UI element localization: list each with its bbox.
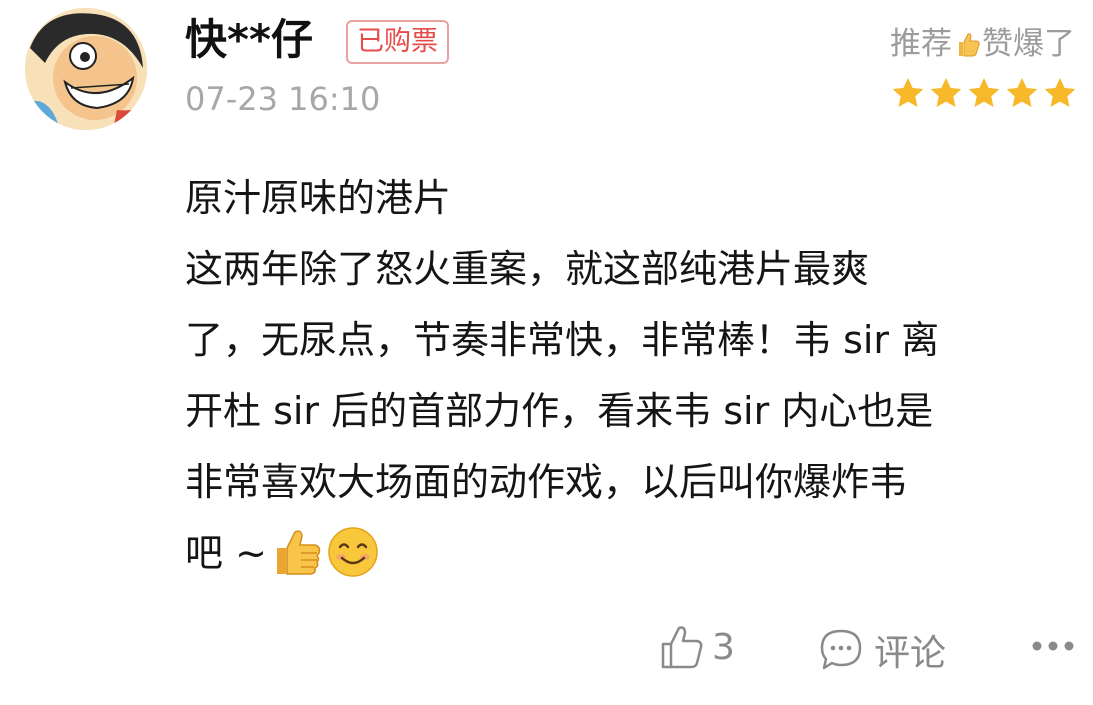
star-rating [891, 76, 1077, 110]
like-count: 3 [712, 626, 735, 668]
comment-button[interactable]: 评论 [818, 624, 946, 676]
like-button[interactable]: 3 [660, 624, 735, 670]
review-line: 吧 ~ [185, 531, 267, 575]
review-content[interactable]: 原汁原味的港片 这两年除了怒火重案，就这部纯港片最爽 了，无尿点，节奏非常快，非… [185, 163, 1075, 589]
username[interactable]: 快**仔 [185, 14, 313, 66]
review-line: 了，无尿点，节奏非常快，非常棒！韦 sir 离 [185, 318, 940, 362]
review-action-bar: 3 评论 [0, 622, 1093, 682]
review-line: 非常喜欢大场面的动作戏，以后叫你爆炸韦 [185, 460, 908, 504]
rating-label-prefix: 推荐 [890, 26, 952, 62]
review-timestamp: 07-23 16:10 [185, 80, 381, 118]
cartoon-avatar-icon [25, 8, 147, 130]
comment-bubble-icon [820, 629, 862, 670]
star-icon [968, 78, 1000, 107]
smiling-face-emoji-icon [328, 527, 378, 577]
review-line: 原汁原味的港片 [185, 176, 452, 220]
review-line: 这两年除了怒火重案，就这部纯港片最爽 [185, 247, 870, 291]
thumbs-up-mini-icon [959, 33, 980, 57]
star-icon [930, 78, 962, 107]
more-dots-icon[interactable] [1030, 636, 1076, 656]
purchased-ticket-badge: 已购票 [346, 20, 449, 64]
star-icon [892, 78, 924, 107]
review-line: 开杜 sir 后的首部力作，看来韦 sir 内心也是 [185, 389, 934, 433]
thumbs-up-icon [661, 626, 703, 669]
thumbs-up-emoji-icon [276, 530, 321, 575]
star-icon [1006, 78, 1038, 107]
review-last-line: 吧 ~ [185, 518, 1075, 589]
rating-label-suffix: 赞爆了 [982, 26, 1075, 62]
star-icon [1044, 78, 1076, 107]
avatar[interactable] [25, 8, 147, 130]
comment-label: 评论 [874, 633, 947, 674]
rating-label: 推荐 赞爆了 [890, 24, 1075, 64]
